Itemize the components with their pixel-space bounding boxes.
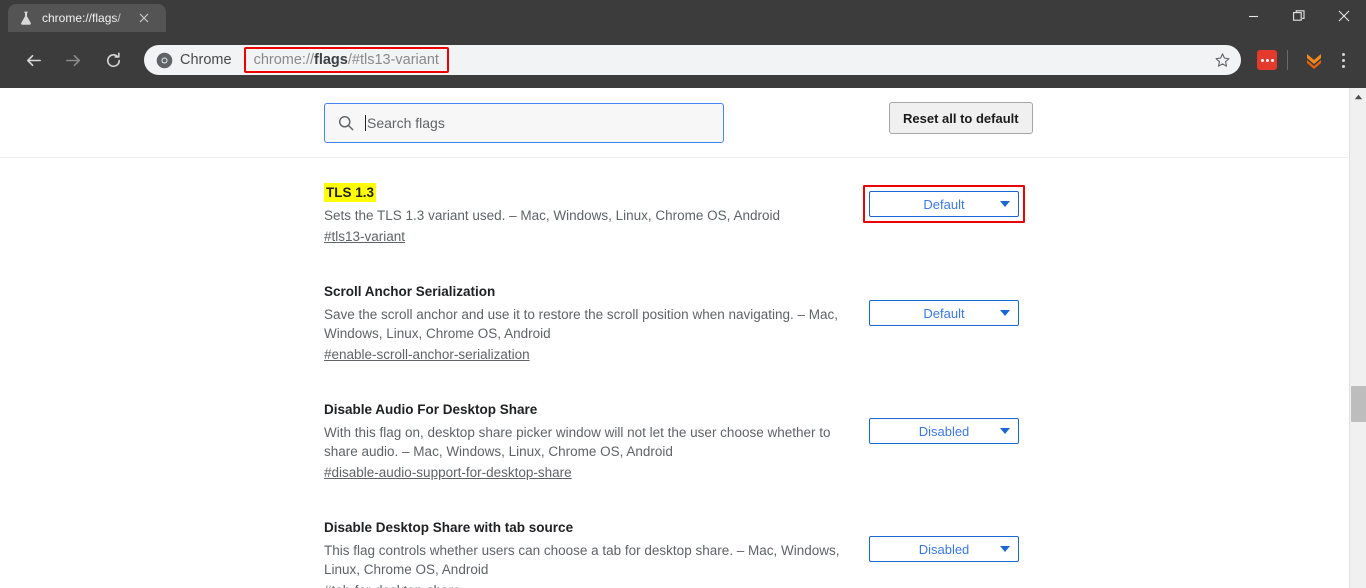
scroll-up-arrow-icon[interactable] — [1350, 88, 1366, 105]
browser-toolbar: Chrome chrome://flags/#tls13-variant — [0, 32, 1366, 88]
vertical-scrollbar[interactable] — [1349, 88, 1366, 588]
flag-title: Disable Audio For Desktop Share — [324, 402, 538, 417]
flag-description: With this flag on, desktop share picker … — [324, 425, 831, 459]
browser-window: chrome://flags/ Chrome chrome://flags/#t… — [0, 0, 1366, 588]
toolbar-separator — [1287, 50, 1288, 70]
search-placeholder: Search flags — [367, 114, 445, 131]
text-caret — [365, 114, 366, 131]
bookmark-star-icon[interactable] — [1211, 49, 1233, 71]
flag-select-cell: Disabled — [869, 418, 1019, 444]
flask-icon — [21, 11, 31, 25]
scrollbar-thumb[interactable] — [1351, 386, 1366, 422]
chrome-identity-chip: Chrome — [150, 52, 242, 69]
flag-description: Sets the TLS 1.3 variant used. – Mac, Wi… — [324, 208, 780, 223]
flag-select-value: Disabled — [918, 541, 970, 557]
browser-tab[interactable]: chrome://flags/ — [8, 4, 166, 32]
reset-all-to-default-button[interactable]: Reset all to default — [889, 102, 1033, 134]
flag-select-cell: Disabled — [869, 536, 1019, 562]
close-button[interactable] — [1321, 0, 1366, 32]
flag-anchor-link[interactable]: #enable-scroll-anchor-serialization — [324, 347, 530, 362]
flag-row: Disable Desktop Share with tab source Th… — [0, 491, 1366, 588]
url-text: chrome://flags/#tls13-variant — [253, 52, 439, 68]
address-bar[interactable]: Chrome chrome://flags/#tls13-variant — [144, 45, 1241, 75]
flag-select-dropdown[interactable]: Disabled — [869, 536, 1019, 562]
flag-select-value: Default — [923, 196, 965, 212]
flag-select-value: Default — [923, 305, 965, 321]
flag-row: Disable Audio For Desktop Share With thi… — [0, 373, 1366, 491]
flag-anchor-link[interactable]: #disable-audio-support-for-desktop-share — [324, 465, 572, 480]
flags-list: TLS 1.3 Sets the TLS 1.3 variant used. –… — [0, 158, 1366, 588]
flag-title: TLS 1.3 — [324, 183, 377, 202]
flag-anchor-link[interactable]: #tls13-variant — [324, 229, 405, 244]
forward-arrow-icon[interactable] — [58, 45, 88, 75]
flag-title: Scroll Anchor Serialization — [324, 284, 496, 299]
flags-page: Search flags Reset all to default TLS 1.… — [0, 88, 1366, 588]
chevron-down-icon — [1000, 310, 1010, 316]
chevron-down-icon — [1000, 428, 1010, 434]
flag-row: Scroll Anchor Serialization Save the scr… — [0, 255, 1366, 373]
red-dots-extension-icon[interactable] — [1255, 48, 1279, 72]
flag-select-cell: Default — [863, 185, 1025, 223]
three-dot-menu-icon[interactable] — [1330, 46, 1356, 74]
tab-close-icon[interactable] — [136, 10, 152, 26]
flag-select-dropdown[interactable]: Default — [869, 191, 1019, 217]
flag-title: Disable Desktop Share with tab source — [324, 520, 574, 535]
flag-select-cell: Default — [869, 300, 1019, 326]
flag-anchor-link[interactable]: #tab-for-desktop-share — [324, 583, 461, 588]
flag-select-value: Disabled — [918, 423, 970, 439]
orange-double-chevron-extension-icon[interactable] — [1302, 48, 1326, 72]
url-annotation-box: chrome://flags/#tls13-variant — [243, 47, 449, 73]
chrome-logo-icon — [156, 52, 173, 68]
flags-search-row: Search flags Reset all to default — [0, 88, 1366, 158]
flag-select-dropdown[interactable]: Disabled — [869, 418, 1019, 444]
tab-title: chrome://flags/ — [42, 11, 121, 25]
chrome-chip-label: Chrome — [180, 52, 232, 68]
search-input[interactable]: Search flags — [324, 102, 724, 143]
back-arrow-icon[interactable] — [18, 45, 48, 75]
reload-icon[interactable] — [98, 45, 128, 75]
flag-select-dropdown[interactable]: Default — [869, 300, 1019, 326]
flag-text: Scroll Anchor Serialization Save the scr… — [324, 283, 858, 364]
flag-description: This flag controls whether users can cho… — [324, 543, 840, 577]
flag-description: Save the scroll anchor and use it to res… — [324, 307, 839, 341]
search-icon — [338, 115, 354, 130]
chevron-down-icon — [1000, 546, 1010, 552]
restore-button[interactable] — [1276, 0, 1321, 32]
window-controls — [1231, 0, 1366, 32]
title-bar: chrome://flags/ — [0, 0, 1366, 32]
flag-text: Disable Audio For Desktop Share With thi… — [324, 401, 864, 482]
flag-text: Disable Desktop Share with tab source Th… — [324, 519, 858, 588]
minimize-button[interactable] — [1231, 0, 1276, 32]
flag-row: TLS 1.3 Sets the TLS 1.3 variant used. –… — [0, 174, 1366, 255]
chevron-down-icon — [1000, 201, 1010, 207]
flag-text: TLS 1.3 Sets the TLS 1.3 variant used. –… — [324, 183, 858, 246]
